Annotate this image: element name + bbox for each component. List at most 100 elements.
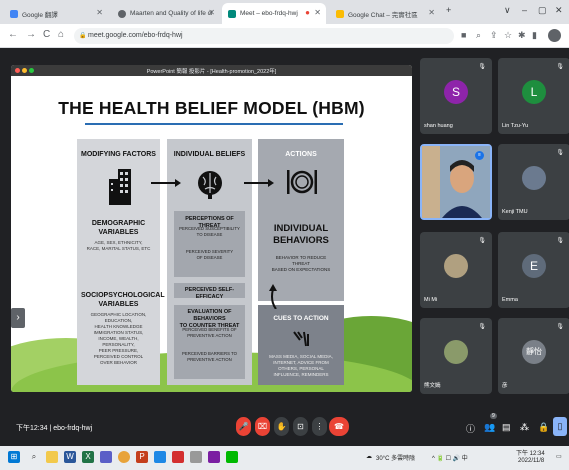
benefits-text: PERCEIVED BENEFITS OF PREVENTIVE ACTION	[182, 327, 237, 338]
forward-arrow-icon[interactable]: →	[26, 29, 36, 40]
teams-icon[interactable]	[100, 451, 112, 463]
threat-susceptibility-text: PERCEIVED SUSCEPTIBILITY TO DISEASE	[179, 226, 240, 237]
clock-time[interactable]: 下午 12:34	[516, 448, 545, 457]
tab-label: Google Chat – 完實社區	[348, 11, 418, 19]
slide: THE HEALTH BELIEF MODEL (HBM) MODIFYING …	[11, 76, 412, 392]
demographic-text: AGE, SEX, ETHNICITY, RACE, MARITAL STATU…	[86, 240, 151, 251]
address-bar[interactable]: 🔒 meet.google.com/ebo-frdq-hwj	[74, 28, 454, 44]
plate-cutlery-icon	[287, 170, 317, 194]
close-window-button[interactable]: ✕	[555, 5, 563, 16]
browser-tab[interactable]: Google Chat – 完實社區 ✕	[330, 3, 440, 24]
presentation-title: PowerPoint 簡報 投影片 - [Health-promotion_20…	[146, 69, 277, 75]
avatar-photo	[444, 340, 468, 364]
google-translate-icon	[10, 9, 18, 18]
search-icon[interactable]: ⌕	[28, 451, 40, 463]
raise-hand-button[interactable]: ✋	[274, 417, 289, 436]
avatar: E	[522, 254, 546, 278]
profile-avatar[interactable]	[548, 29, 561, 42]
weather-status[interactable]: 30°C 多雲時陰	[376, 453, 415, 462]
present-screen-button[interactable]: ⊡	[293, 417, 308, 436]
activity-panel-icon[interactable]: ▯	[553, 417, 567, 436]
meeting-time: 下午12:34	[16, 425, 48, 432]
app-icon[interactable]	[208, 451, 220, 463]
recording-icon: ●	[305, 8, 310, 17]
presentation-window: PowerPoint 簡報 投影片 - [Health-promotion_20…	[11, 65, 412, 392]
windows-taskbar: ⊞ ⌕ W X P ☁ 30°C 多雲時陰 ^ 🔋 ☐ 🔊 中 下午 12:34…	[0, 446, 569, 470]
meeting-code: ebo-frdq-hwj	[53, 425, 93, 432]
microphone-toggle-button[interactable]: 🎤	[236, 417, 251, 436]
speaking-indicator-icon: ≡	[475, 151, 484, 160]
file-explorer-icon[interactable]	[46, 451, 58, 463]
weather-icon[interactable]: ☁	[366, 453, 372, 460]
title-underline	[85, 123, 343, 125]
camera-indicator-icon[interactable]: ■	[461, 30, 466, 40]
mic-off-icon: 🎙	[556, 150, 564, 156]
notification-icon[interactable]: ▭	[556, 453, 562, 460]
pdf-icon[interactable]	[172, 451, 184, 463]
close-icon[interactable]: ✕	[428, 8, 435, 17]
participant-tile[interactable]: 🎙 S shan huang	[420, 58, 492, 134]
participant-tile-video[interactable]: ≡	[420, 144, 492, 220]
people-icon[interactable]: 👥	[484, 422, 495, 433]
mic-off-icon: 🎙	[478, 64, 486, 70]
extensions-icon[interactable]: ✱	[518, 30, 526, 41]
chat-icon[interactable]: ▤	[502, 422, 511, 433]
column-header: MODIFYING FACTORS	[81, 151, 156, 158]
participant-tile[interactable]: 🎙 靜怡 彦	[498, 318, 569, 394]
tab-label: Google 翻譯	[22, 11, 58, 19]
participant-count-badge: 9	[490, 413, 497, 419]
web-page-icon	[118, 9, 126, 18]
browser-tab[interactable]: Google 翻譯 ✕	[4, 3, 108, 24]
minimize-button[interactable]: –	[522, 5, 527, 15]
participant-tile[interactable]: 🎙 L Lin Tzu-Yu	[498, 58, 569, 134]
slide-title: THE HEALTH BELIEF MODEL (HBM)	[58, 98, 365, 118]
line-icon[interactable]	[226, 451, 238, 463]
participant-name: shan huang	[424, 123, 453, 129]
right-arrow-icon	[151, 179, 181, 187]
participant-name: Emma	[502, 297, 518, 303]
search-icon[interactable]: ⌕	[476, 30, 481, 41]
meeting-details-icon[interactable]: ⓘ	[466, 422, 475, 435]
column-header: CUES TO ACTION	[273, 315, 329, 322]
edge-icon[interactable]	[154, 451, 166, 463]
chrome-icon[interactable]	[118, 451, 130, 463]
participant-tile[interactable]: 🎙 E Emma	[498, 232, 569, 308]
home-icon[interactable]: ⌂	[58, 29, 64, 40]
behaviors-text: BEHAVIOR TO REDUCE THREAT BASED ON EXPEC…	[271, 255, 331, 272]
word-icon[interactable]: W	[64, 451, 76, 463]
bookmark-star-icon[interactable]: ☆	[504, 30, 512, 41]
close-icon[interactable]: ✕	[314, 8, 321, 17]
excel-icon[interactable]: X	[82, 451, 94, 463]
powerpoint-icon[interactable]: P	[136, 451, 148, 463]
threat-severity-text: PERCEIVED SEVERITY OF DISEASE	[185, 249, 234, 260]
collapse-arrow-icon[interactable]: ›	[11, 308, 25, 328]
app-icon[interactable]	[190, 451, 202, 463]
new-tab-button[interactable]: +	[446, 5, 451, 15]
reload-icon[interactable]: C	[43, 29, 50, 40]
activities-icon[interactable]: ⁂	[520, 422, 529, 433]
system-tray-icons[interactable]: ^ 🔋 ☐ 🔊 中	[432, 453, 468, 462]
meet-control-bar: 下午12:34 | ebo-frdq-hwj 🎤 ⌧ ✋ ⊡ ⋮ ☎ ⓘ 👥 9…	[0, 410, 569, 446]
end-call-button[interactable]: ☎	[329, 417, 349, 436]
windows-start-icon[interactable]: ⊞	[8, 451, 20, 463]
clock-date[interactable]: 2022/11/8	[518, 458, 544, 464]
close-icon[interactable]: ✕	[208, 8, 215, 17]
host-controls-icon[interactable]: 🔒	[538, 422, 549, 433]
more-options-button[interactable]: ⋮	[312, 417, 327, 436]
browser-tab[interactable]: Maarten and Quality of life cl ✕	[112, 3, 220, 24]
presentation-titlebar: PowerPoint 簡報 投影片 - [Health-promotion_20…	[11, 65, 412, 76]
participant-tile[interactable]: 🎙 熊文嫣	[420, 318, 492, 394]
mic-off-icon: 🎙	[478, 238, 486, 244]
participant-name: 熊文嫣	[424, 383, 441, 389]
sociopsychological-title: SOCIOPSYCHOLOGICAL VARIABLES	[81, 292, 165, 308]
maximize-button[interactable]: ▢	[538, 5, 547, 16]
camera-toggle-button[interactable]: ⌧	[255, 417, 270, 436]
tab-search-icon[interactable]: ∨	[504, 5, 511, 16]
back-arrow-icon[interactable]: ←	[8, 29, 18, 40]
sidebar-icon[interactable]: ▮	[532, 30, 537, 41]
participant-tile[interactable]: 🎙 Mi Mi	[420, 232, 492, 308]
participant-tile[interactable]: 🎙 Kenji TMU	[498, 144, 569, 220]
browser-tab-active[interactable]: Meet – ebo-frdq-hwj ● ✕	[222, 3, 326, 24]
share-icon[interactable]: ⇪	[490, 30, 498, 41]
close-icon[interactable]: ✕	[96, 8, 103, 17]
